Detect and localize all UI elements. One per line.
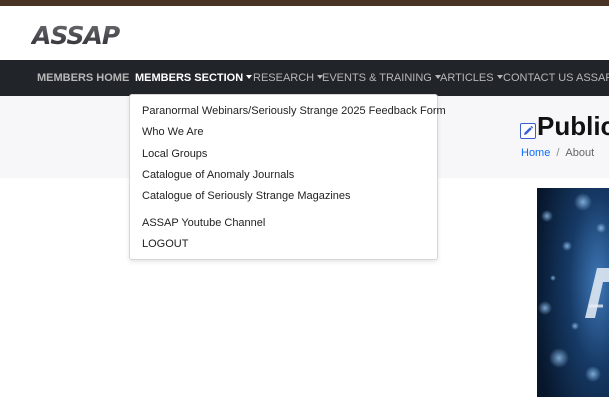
nav-members-section[interactable]: MEMBERS SECTION: [135, 60, 253, 96]
assap-logo[interactable]: ASSAP: [31, 20, 129, 50]
caret-down-icon: [496, 75, 503, 79]
dropdown-item-anomaly-journals[interactable]: Catalogue of Anomaly Journals: [142, 168, 294, 182]
edit-button[interactable]: [520, 123, 536, 139]
nav-label: CONTACT US: [503, 72, 574, 84]
nav-label: RESEARCH: [253, 72, 315, 84]
caret-down-icon: [246, 75, 253, 79]
nav-label: EVENTS & TRAINING: [322, 72, 432, 84]
breadcrumb-current: About: [565, 147, 595, 159]
nav-assap[interactable]: ASSAP: [576, 60, 609, 96]
breadcrumb-home-link[interactable]: Home: [521, 147, 550, 159]
nav-label: MEMBERS HOME: [37, 72, 130, 84]
nav-research[interactable]: RESEARCH: [253, 60, 324, 96]
nav-label: MEMBERS SECTION: [135, 72, 244, 84]
nav-members-home[interactable]: MEMBERS HOME: [37, 60, 129, 96]
hero-image: [537, 188, 609, 397]
dropdown-item-logout[interactable]: LOGOUT: [142, 237, 188, 251]
dropdown-item-youtube-channel[interactable]: ASSAP Youtube Channel: [142, 216, 265, 230]
dropdown-item-feedback-form[interactable]: Paranormal Webinars/Seriously Strange 20…: [142, 104, 446, 118]
nav-label: ARTICLES: [440, 72, 494, 84]
logo-bar: ASSAP: [0, 6, 609, 60]
svg-text:ASSAP: ASSAP: [31, 21, 120, 50]
nav-articles[interactable]: ARTICLES: [440, 60, 503, 96]
hero-graphic: [537, 188, 609, 397]
nav-label: ASSAP: [576, 72, 609, 84]
dropdown-item-seriously-strange-magazines[interactable]: Catalogue of Seriously Strange Magazines: [142, 189, 351, 203]
dropdown-item-local-groups[interactable]: Local Groups: [142, 147, 207, 161]
breadcrumb: Home / About: [521, 146, 594, 160]
nav-contact-us[interactable]: CONTACT US: [503, 60, 574, 96]
breadcrumb-separator: /: [556, 147, 560, 159]
nav-events-training[interactable]: EVENTS & TRAINING: [322, 60, 441, 96]
page-title: Public: [537, 111, 609, 141]
pencil-icon: [524, 125, 534, 135]
main-navbar: MEMBERS HOME MEMBERS SECTION RESEARCH EV…: [0, 60, 609, 96]
dropdown-item-who-we-are[interactable]: Who We Are: [142, 125, 204, 139]
members-section-dropdown: Paranormal Webinars/Seriously Strange 20…: [129, 94, 446, 260]
